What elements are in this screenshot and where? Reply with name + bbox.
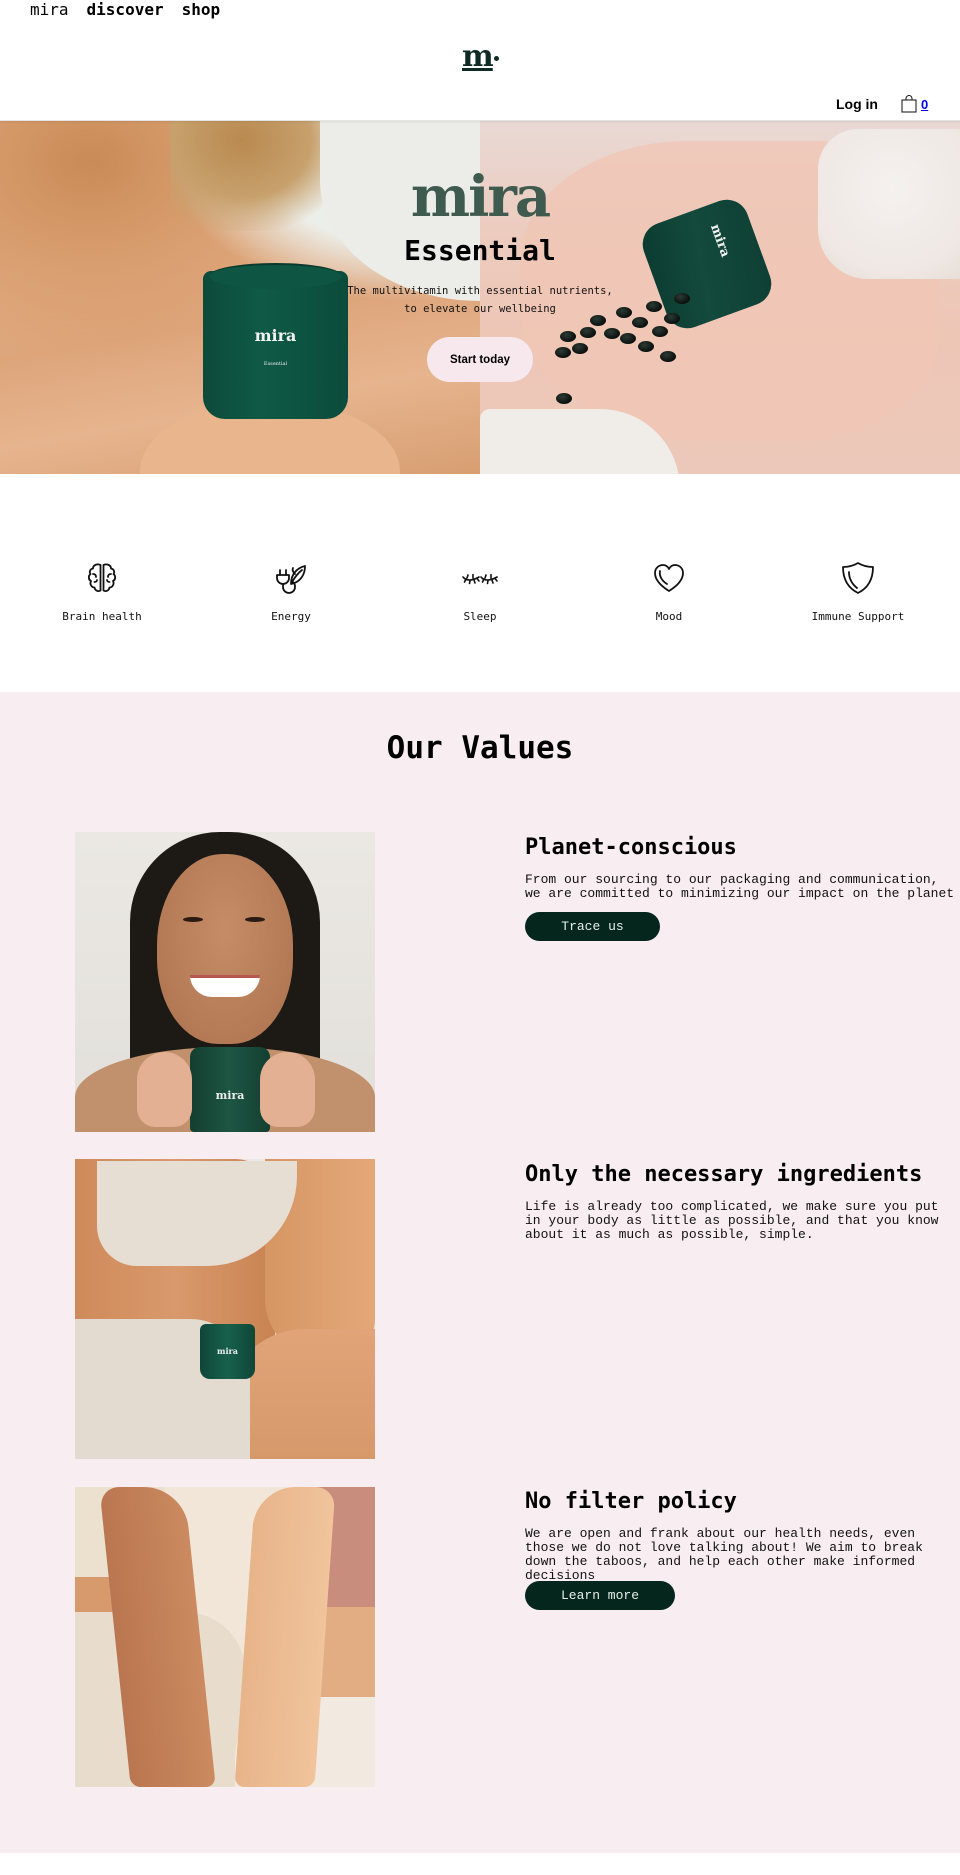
jar-brand-text: mira [215, 1089, 245, 1102]
photo-hand-shape [137, 1052, 192, 1127]
shield-icon [842, 562, 874, 594]
value-image-planet: mira [75, 832, 375, 1132]
product-jar: mira [190, 1047, 270, 1132]
closed-eyes-icon [462, 573, 498, 585]
photo-hand-shape [260, 1052, 315, 1127]
benefit-label: Immune Support [811, 610, 905, 623]
start-today-button[interactable]: Start today [427, 337, 533, 382]
hero-brand-logo: mira [410, 164, 551, 230]
top-nav: mira discover shop [30, 0, 238, 20]
cart-button[interactable]: 0 [901, 95, 928, 113]
value-planet-conscious: Planet-conscious From our sourcing to ou… [525, 835, 955, 915]
photo-smile-shape [190, 975, 260, 997]
heart-icon [654, 564, 684, 592]
hero-subtitle-line1: The multivitamin with essential nutrient… [347, 285, 613, 297]
value-body: Life is already too complicated, we make… [525, 1199, 939, 1242]
brain-icon [87, 563, 117, 592]
nav-link-discover[interactable]: discover [87, 0, 164, 20]
nav-link-mira[interactable]: mira [30, 0, 69, 20]
login-link[interactable]: Log in [836, 96, 878, 112]
hero-content: mira Essential The multivitamin with ess… [0, 121, 960, 474]
benefit-label: Brain health [62, 610, 142, 623]
value-body: We are open and frank about our health n… [525, 1526, 923, 1583]
benefit-mood: Mood [589, 560, 749, 623]
photo-eye-shape [245, 917, 265, 922]
logo-dot [493, 56, 499, 61]
benefit-energy: Energy [211, 560, 371, 623]
cart-count: 0 [921, 96, 929, 112]
value-heading: No filter policy [525, 1489, 737, 1514]
photo-face-shape [157, 854, 293, 1044]
plug-leaf-icon [276, 565, 306, 594]
trace-us-button[interactable]: Trace us [525, 912, 660, 941]
photo-eye-shape [183, 917, 203, 922]
benefit-label: Sleep [463, 610, 497, 623]
shopping-bag-icon [901, 95, 917, 113]
value-no-filter-policy: No filter policy We are open and frank a… [525, 1489, 955, 1583]
values-title: Our Values [386, 730, 574, 766]
value-heading: Planet-conscious [525, 835, 737, 860]
benefit-immune-support: Immune Support [778, 560, 938, 623]
value-necessary-ingredients: Only the necessary ingredients Life is a… [525, 1162, 960, 1242]
nav-link-shop[interactable]: shop [182, 0, 221, 20]
benefit-label: Mood [655, 610, 683, 623]
benefits-row: Brain health Energy Sleep Mood Immune Su… [0, 474, 960, 692]
value-image-ingredients: mira [75, 1159, 375, 1459]
values-section: Our Values mira Planet-conscious From ou… [0, 692, 960, 1853]
value-image-no-filter [75, 1487, 375, 1787]
benefit-brain-health: Brain health [22, 560, 182, 623]
jar-brand-text: mira [217, 1346, 238, 1356]
learn-more-button[interactable]: Learn more [525, 1581, 675, 1610]
value-body: From our sourcing to our packaging and c… [525, 872, 955, 901]
hero-subtitle-line2: to elevate our wellbeing [404, 303, 556, 315]
logo-mark-text: m [462, 39, 494, 74]
benefit-label: Energy [271, 610, 311, 623]
site-header: mira discover shop m Log in 0 [0, 0, 960, 121]
hero-title: Essential [404, 234, 556, 267]
hero-subtitle: The multivitamin with essential nutrient… [0, 282, 960, 318]
logo-home-link[interactable]: m [462, 42, 499, 72]
product-jar: mira [200, 1324, 255, 1379]
benefit-sleep: Sleep [400, 560, 560, 623]
value-heading: Only the necessary ingredients [525, 1162, 923, 1187]
hero-banner: mira Essential mira mira Essential The m… [0, 121, 960, 474]
